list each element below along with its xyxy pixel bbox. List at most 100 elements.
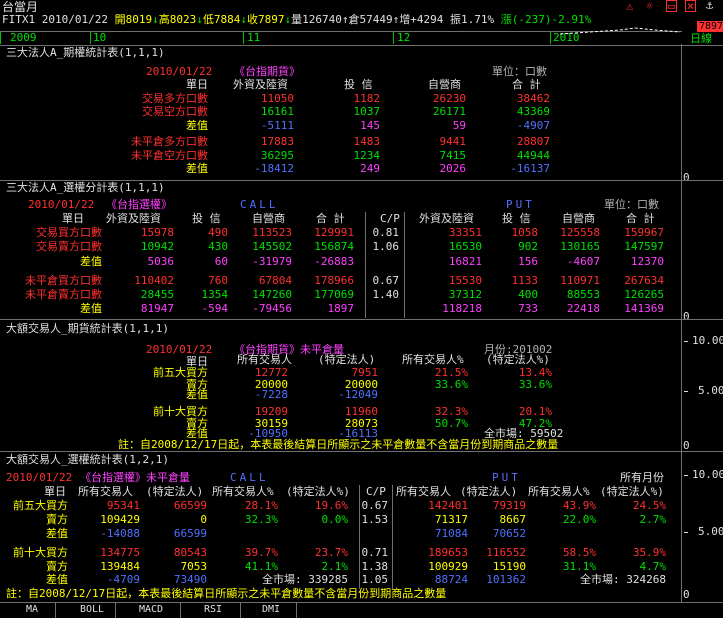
row-value: 147597 xyxy=(624,240,664,253)
row-label: 賣方 xyxy=(46,513,68,526)
sec3-col: (特定法人) xyxy=(318,353,376,366)
volume: 量126740 xyxy=(291,13,342,26)
row-value: 1234 xyxy=(353,149,381,162)
tab-boll[interactable]: BOLL xyxy=(80,603,104,617)
row-value: 1.38 xyxy=(361,560,389,573)
alarm-icon[interactable]: ⚠ xyxy=(626,0,633,12)
sec3-axis-label: 10.00 xyxy=(692,334,723,347)
row-value: 249 xyxy=(360,162,380,175)
sec4-col: (特定法人) xyxy=(460,485,518,498)
row-value: 43.9% xyxy=(562,499,596,512)
row-label: 交易空方口數 xyxy=(142,105,208,118)
sec1-col: 外資及陸資 xyxy=(233,78,288,91)
row-value: 59 xyxy=(452,119,466,132)
window-restore-icon[interactable]: ▭ xyxy=(666,0,678,12)
row-value: 88553 xyxy=(566,288,600,301)
row-value: 430 xyxy=(208,240,228,253)
sec1-title: 三大法人A_期權統計表(1,1,1) xyxy=(6,46,165,59)
row-value: 39.7% xyxy=(244,546,278,559)
sec4-month: 所有月份 xyxy=(620,471,664,484)
sec2-axis-zero: 0 xyxy=(683,310,690,323)
sec4-axis-label: 0 xyxy=(683,588,690,601)
row-value: 17883 xyxy=(260,135,294,148)
timeline-label: 10 xyxy=(93,31,107,44)
sec3-title: 大額交易人_期貨統計表(1,1,1) xyxy=(6,322,169,335)
sec4-col: (特定法人%) xyxy=(600,485,664,498)
timeline-label: 11 xyxy=(247,31,261,44)
row-value: 101362 xyxy=(486,573,526,586)
row-label: 差值 xyxy=(80,302,102,315)
window-close-icon[interactable]: × xyxy=(685,0,697,12)
row-value: 760 xyxy=(208,274,228,287)
sec4-date: 2010/01/22 xyxy=(6,471,73,484)
row-label: 差值 xyxy=(186,119,208,132)
row-value: 0.81 xyxy=(372,226,400,239)
row-value: 28807 xyxy=(516,135,550,148)
price-trend-line xyxy=(560,27,680,35)
row-value: 7415 xyxy=(439,149,467,162)
row-value: 126265 xyxy=(624,288,664,301)
sec4-col: C/P xyxy=(366,485,386,498)
row-label: 差值 xyxy=(80,255,102,268)
row-value: 8667 xyxy=(499,513,527,526)
amplitude: 振1.71% xyxy=(449,13,495,26)
tab-macd[interactable]: MACD xyxy=(139,603,163,617)
sec3-axis-label: 5.00 xyxy=(698,384,723,397)
row-value: 1354 xyxy=(201,288,229,301)
timeline-label: 2009 xyxy=(10,31,37,44)
row-value: -26883 xyxy=(314,255,354,268)
symbol: FITX1 xyxy=(2,13,36,26)
row-label: 交易多方口數 xyxy=(142,92,208,105)
sec2-col: 外資及陸資 xyxy=(419,212,474,225)
row-value: 66599 xyxy=(173,499,207,512)
sec4-note: 註：自2008/12/17日起，本表最後結算日所顯示之未平倉數量不含當月份到期商… xyxy=(6,587,447,600)
row-value: -594 xyxy=(201,302,229,315)
daily-period-button[interactable]: 日線 xyxy=(690,33,712,45)
row-value: 16161 xyxy=(260,105,294,118)
row-value: 145502 xyxy=(252,240,292,253)
row-label: 交易賣方口數 xyxy=(36,240,102,253)
row-value: 11050 xyxy=(260,92,294,105)
sec4-col: 所有交易人% xyxy=(528,485,590,498)
row-value: -5111 xyxy=(260,119,294,132)
row-value: 60 xyxy=(214,255,228,268)
row-value: 50.7% xyxy=(434,417,468,430)
sec3-col: 所有交易人% xyxy=(402,353,464,366)
sec4-market-call: 全市場: 339285 xyxy=(262,573,348,586)
sec2-col: 自營商 xyxy=(562,212,595,225)
open-price: 開8019 xyxy=(114,13,153,26)
quote-date: 2010/01/22 xyxy=(41,13,108,26)
row-value: 15190 xyxy=(492,560,526,573)
row-label: 未平倉買方口數 xyxy=(25,274,102,287)
sec2-call: CALL xyxy=(240,198,279,211)
row-value: 67804 xyxy=(258,274,292,287)
row-label: 賣方 xyxy=(46,560,68,573)
sec1-date: 2010/01/22 xyxy=(146,65,213,78)
low-price: 低7884 xyxy=(202,13,241,26)
sec4-col: 所有交易人 xyxy=(396,485,451,498)
row-label: 差值 xyxy=(46,573,68,586)
row-label: 前十大買方 xyxy=(13,546,68,559)
row-label: 交易買方口數 xyxy=(36,226,102,239)
settings-icon[interactable]: ☼ xyxy=(646,0,653,12)
row-value: 1.40 xyxy=(372,288,400,301)
row-label: 差值 xyxy=(46,527,68,540)
sec3-col: (特定法人%) xyxy=(486,353,550,366)
tab-dmi[interactable]: DMI xyxy=(262,603,280,617)
row-value: 2.7% xyxy=(639,513,667,526)
sec1-product: 《台指期貨》 xyxy=(234,65,300,78)
row-value: 58.5% xyxy=(562,546,596,559)
row-value: 33.6% xyxy=(518,378,552,391)
tab-rsi[interactable]: RSI xyxy=(204,603,222,617)
sec1-col: 投 信 xyxy=(344,78,373,91)
row-value: -79456 xyxy=(252,302,292,315)
timeline-label: 12 xyxy=(397,31,411,44)
row-value: -14088 xyxy=(100,527,140,540)
row-label: 差值 xyxy=(186,388,208,401)
row-value: 73490 xyxy=(173,573,207,586)
sec1-axis-zero: 0 xyxy=(683,171,690,184)
sec1-unit: 單位：口數 xyxy=(492,65,547,78)
sec3-col: 所有交易人 xyxy=(237,353,292,366)
row-value: 147260 xyxy=(252,288,292,301)
tab-ma[interactable]: MA xyxy=(26,603,38,617)
